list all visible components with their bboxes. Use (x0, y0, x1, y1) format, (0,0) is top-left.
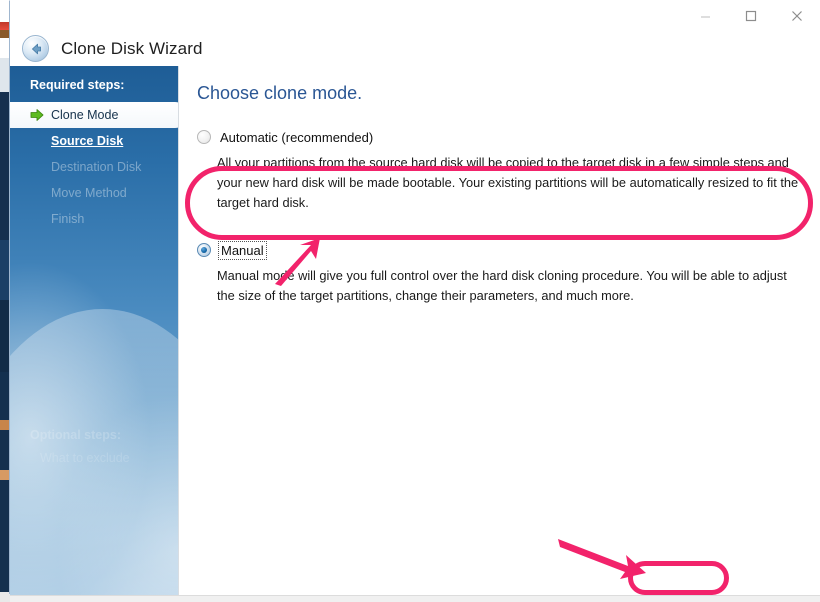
option-automatic-row[interactable]: Automatic (recommended) (197, 127, 802, 147)
wizard-body: Required steps: Clone Mode Source Disk D… (10, 66, 820, 595)
radio-manual[interactable] (197, 243, 211, 258)
clone-disk-wizard-window: Clone Disk Wizard Required steps: Clone … (9, 0, 820, 602)
sidebar-item-source-disk[interactable]: Source Disk (10, 128, 178, 154)
background-window-sliver (0, 0, 9, 596)
option-manual[interactable]: Manual Manual mode will give you full co… (197, 240, 802, 306)
sidebar: Required steps: Clone Mode Source Disk D… (10, 66, 178, 595)
option-automatic[interactable]: Automatic (recommended) All your partiti… (197, 127, 802, 212)
sidebar-item-what-to-exclude: What to exclude (40, 451, 130, 465)
required-steps-header: Required steps: (30, 78, 125, 92)
content-heading: Choose clone mode. (197, 83, 363, 103)
sidebar-item-move-method: Move Method (10, 180, 178, 206)
screen: Clone Disk Wizard Required steps: Clone … (0, 0, 820, 602)
optional-steps-header: Optional steps: (30, 428, 121, 442)
sidebar-item-label: Move Method (51, 185, 127, 200)
main-content: Choose clone mode. Automatic (recommende… (178, 66, 820, 595)
sidebar-item-label: Clone Mode (51, 107, 119, 122)
sidebar-item-label: Finish (51, 211, 85, 226)
minimize-icon[interactable] (682, 1, 728, 31)
close-icon[interactable] (774, 1, 820, 31)
option-manual-label: Manual (218, 240, 267, 260)
page-title: Clone Disk Wizard (61, 38, 203, 58)
window-controls (682, 1, 820, 31)
maximize-icon[interactable] (728, 1, 774, 31)
option-automatic-label: Automatic (recommended) (220, 129, 374, 145)
sidebar-item-label: Source Disk (51, 133, 124, 148)
wizard-header: Clone Disk Wizard (10, 31, 820, 66)
sidebar-item-label: Destination Disk (51, 159, 142, 174)
sidebar-item-finish: Finish (10, 206, 178, 232)
option-manual-description: Manual mode will give you full control o… (217, 268, 787, 304)
sidebar-item-destination-disk: Destination Disk (10, 154, 178, 180)
footer: ? Next > Cancel (10, 595, 820, 602)
sidebar-item-clone-mode[interactable]: Clone Mode (10, 102, 178, 128)
option-manual-row[interactable]: Manual (197, 240, 802, 260)
back-arrow-icon[interactable] (22, 35, 49, 62)
option-automatic-description: All your partitions from the source hard… (217, 155, 799, 210)
radio-automatic[interactable] (197, 130, 211, 144)
title-bar (10, 1, 820, 31)
green-arrow-icon (30, 109, 44, 121)
